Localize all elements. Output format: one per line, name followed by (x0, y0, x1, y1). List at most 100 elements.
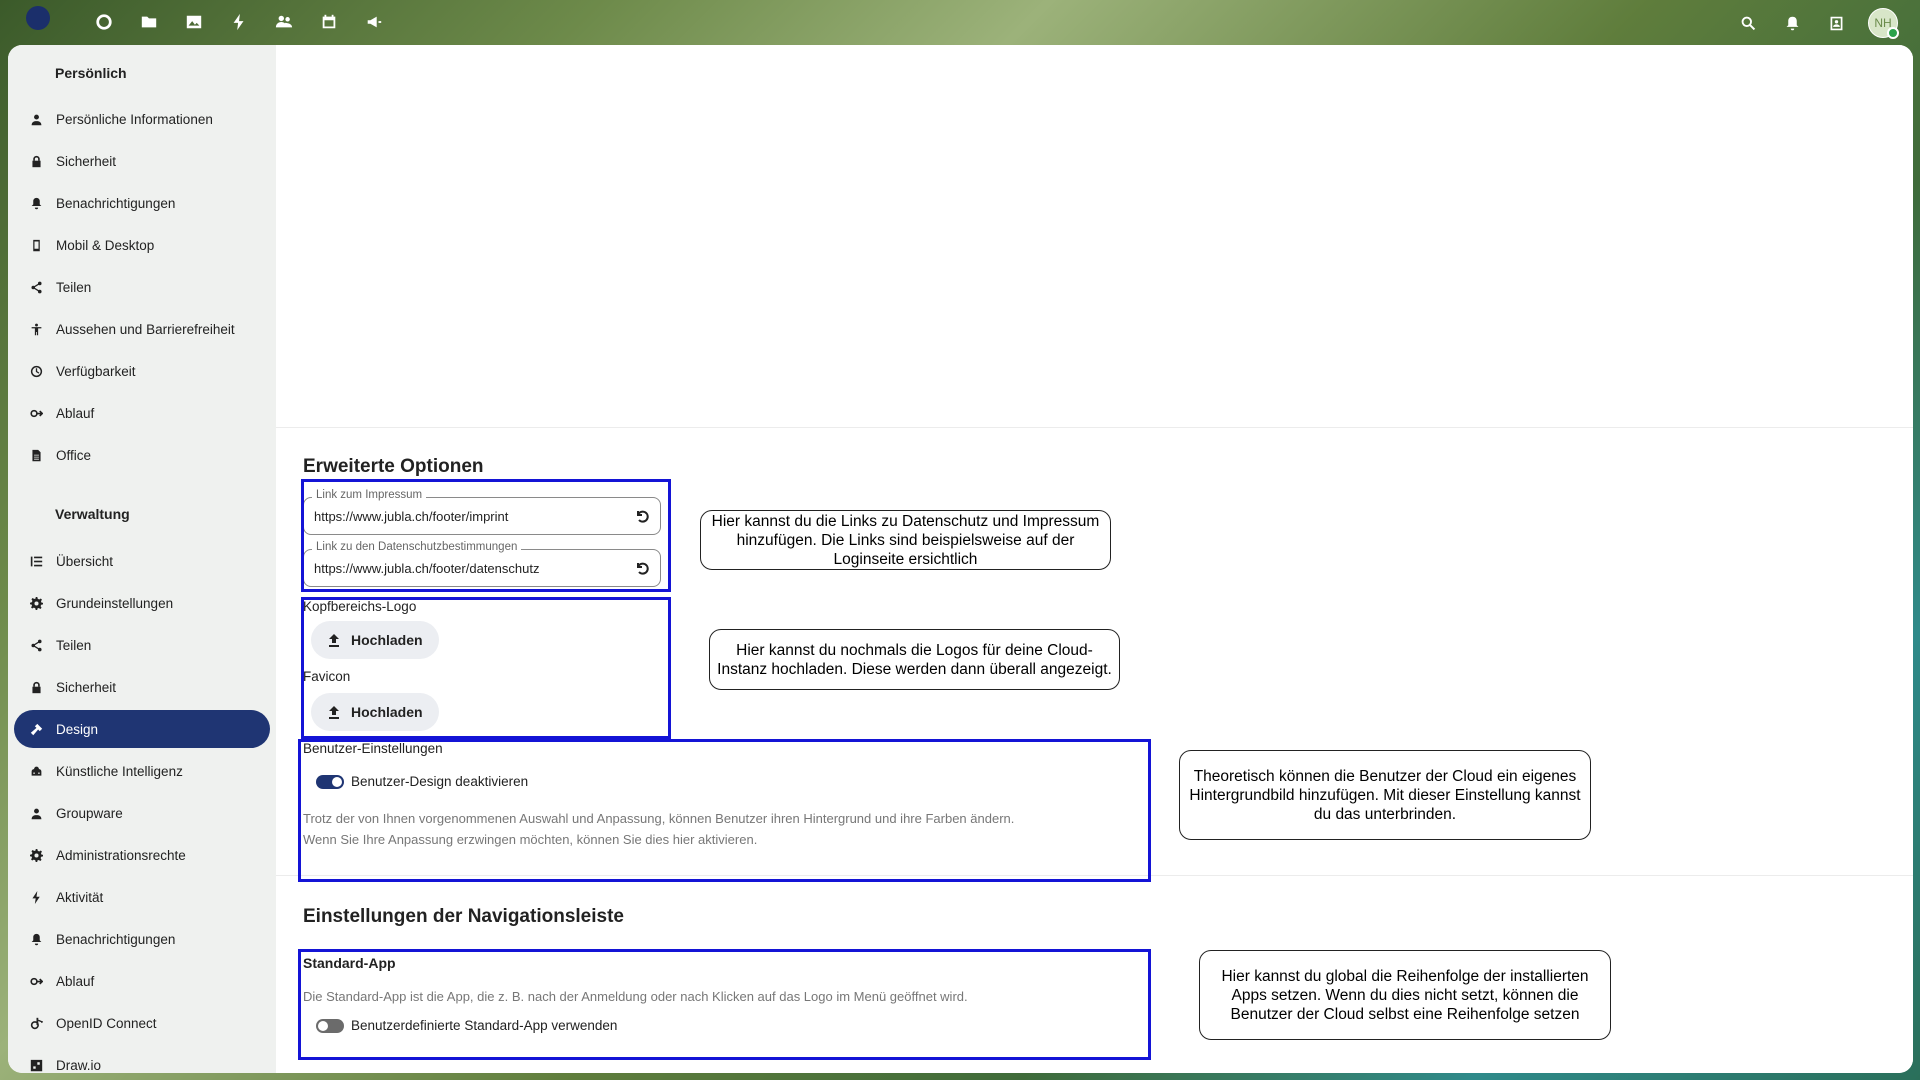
sidebar-item-flow[interactable]: Ablauf (14, 394, 270, 432)
callout-line: Hier kannst du nochmals die Logos für de… (736, 641, 1093, 659)
annotation-box-logos (301, 597, 671, 739)
share-icon (28, 637, 44, 653)
phone-icon (28, 237, 44, 253)
sidebar-item-label: Administrationsrechte (56, 847, 186, 863)
sidebar-item-office[interactable]: Office (14, 436, 270, 474)
sidebar-item-label: Teilen (56, 279, 92, 295)
sidebar-item-openid[interactable]: OpenID Connect (14, 1004, 270, 1042)
sidebar-item-basic-settings[interactable]: Grundeinstellungen (14, 584, 270, 622)
callout-line: Hier kannst du global die Reihenfolge de… (1221, 967, 1589, 985)
share-icon (28, 279, 44, 295)
sidebar-item-label: Verfügbarkeit (56, 363, 136, 379)
notifications-icon[interactable] (1780, 11, 1804, 35)
cloud-logo[interactable] (26, 6, 50, 30)
callout-line: Loginseite ersichtlich (833, 550, 978, 568)
sidebar-item-label: Office (56, 447, 92, 463)
sidebar-item-accessibility[interactable]: Aussehen und Barrierefreiheit (14, 310, 270, 348)
annotation-box-default-app (298, 949, 1151, 1060)
sidebar-item-admin-security[interactable]: Sicherheit (14, 668, 270, 706)
top-bar: NH (0, 0, 1920, 44)
sidebar-item-label: Benachrichtigungen (56, 931, 176, 947)
callout-line: hinzufügen. Die Links sind beispielsweis… (736, 531, 1075, 549)
contacts-menu-icon[interactable] (1824, 11, 1848, 35)
flow-icon (28, 973, 44, 989)
sidebar-item-label: Mobil & Desktop (56, 237, 155, 253)
list-icon (28, 553, 44, 569)
sidebar-item-label: Benachrichtigungen (56, 195, 176, 211)
sidebar-item-label: OpenID Connect (56, 1015, 157, 1031)
sidebar-item-sharing[interactable]: Teilen (14, 268, 270, 306)
photos-icon[interactable] (182, 10, 206, 34)
bolt-icon (28, 889, 44, 905)
sidebar-item-activity[interactable]: Aktivität (14, 878, 270, 916)
annotation-box-links (301, 479, 671, 592)
callout-background-text: Theoretisch können die Benutzer der Clou… (1189, 767, 1580, 824)
sidebar-heading-personal: Persönlich (55, 65, 127, 81)
flow-icon (28, 405, 44, 421)
groupware-icon (28, 805, 44, 821)
accessibility-icon (28, 321, 44, 337)
calendar-icon[interactable] (317, 10, 341, 34)
sidebar-item-label: Groupware (56, 805, 123, 821)
paint-icon (28, 721, 44, 737)
settings-sidebar: Persönlich Persönliche Informationen Sic… (8, 45, 276, 1073)
navigation-settings-title: Einstellungen der Navigationsleiste (303, 906, 624, 927)
bell-icon (28, 931, 44, 947)
dashboard-icon[interactable] (92, 10, 116, 34)
sidebar-item-label: Grundeinstellungen (56, 595, 174, 611)
callout-line: Theoretisch können die Benutzer der Clou… (1193, 767, 1577, 785)
drawio-icon (28, 1057, 44, 1073)
gear-icon (28, 595, 44, 611)
document-icon (28, 447, 44, 463)
callout-line: du das unterbrinden. (1313, 805, 1457, 823)
callout-links-text: Hier kannst du die Links zu Datenschutz … (712, 512, 1100, 569)
openid-icon (28, 1015, 44, 1031)
files-icon[interactable] (137, 10, 161, 34)
section-divider (276, 427, 1913, 428)
clock-icon (28, 363, 44, 379)
sidebar-item-admin-rights[interactable]: Administrationsrechte (14, 836, 270, 874)
sidebar-item-label: Übersicht (56, 553, 114, 569)
announcements-icon[interactable] (362, 10, 386, 34)
callout-links: Hier kannst du die Links zu Datenschutz … (700, 510, 1111, 570)
sidebar-item-admin-flow[interactable]: Ablauf (14, 962, 270, 1000)
sidebar-item-label: Design (56, 721, 99, 737)
sidebar-item-groupware[interactable]: Groupware (14, 794, 270, 832)
sidebar-item-admin-sharing[interactable]: Teilen (14, 626, 270, 664)
sidebar-item-availability[interactable]: Verfügbarkeit (14, 352, 270, 390)
callout-logos-text: Hier kannst du nochmals die Logos für de… (717, 641, 1112, 679)
lock-icon (28, 153, 44, 169)
sidebar-item-label: Sicherheit (56, 153, 117, 169)
callout-line: Hier kannst du die Links zu Datenschutz … (711, 512, 1100, 530)
activity-icon[interactable] (227, 10, 251, 34)
callout-line: Instanz hochladen. Diese werden dann übe… (717, 660, 1112, 678)
app-menu (92, 10, 386, 34)
sidebar-item-personal-info[interactable]: Persönliche Informationen (14, 100, 270, 138)
callout-line: Benutzer der Cloud selbst eine Reihenfol… (1230, 1005, 1580, 1023)
sidebar-item-mobile-desktop[interactable]: Mobil & Desktop (14, 226, 270, 264)
callout-line: Hintergrundbild hinzufügen. Mit dieser E… (1189, 786, 1581, 804)
sidebar-item-security[interactable]: Sicherheit (14, 142, 270, 180)
sidebar-item-ai[interactable]: Künstliche Intelligenz (14, 752, 270, 790)
sidebar-item-label: Aussehen und Barrierefreiheit (56, 321, 235, 337)
callout-app-order-text: Hier kannst du global die Reihenfolge de… (1221, 967, 1588, 1024)
sidebar-item-label: Aktivität (56, 889, 104, 905)
user-avatar[interactable]: NH (1868, 8, 1899, 39)
advanced-options-title: Erweiterte Optionen (303, 456, 484, 477)
sidebar-item-label: Sicherheit (56, 679, 117, 695)
bell-icon (28, 195, 44, 211)
sidebar-item-label: Ablauf (56, 405, 95, 421)
sidebar-item-label: Teilen (56, 637, 92, 653)
sidebar-item-overview[interactable]: Übersicht (14, 542, 270, 580)
sidebar-item-notifications[interactable]: Benachrichtigungen (14, 184, 270, 222)
sidebar-item-design[interactable]: Design (14, 710, 270, 748)
header-actions: NH (1736, 8, 1899, 39)
lock-icon (28, 679, 44, 695)
contacts-icon[interactable] (272, 10, 296, 34)
callout-background: Theoretisch können die Benutzer der Clou… (1179, 750, 1591, 840)
sidebar-item-admin-notifications[interactable]: Benachrichtigungen (14, 920, 270, 958)
sidebar-item-label: Persönliche Informationen (56, 111, 213, 127)
search-icon[interactable] (1736, 11, 1760, 35)
sidebar-item-drawio[interactable]: Draw.io (14, 1046, 270, 1073)
callout-app-order: Hier kannst du global die Reihenfolge de… (1199, 950, 1611, 1040)
